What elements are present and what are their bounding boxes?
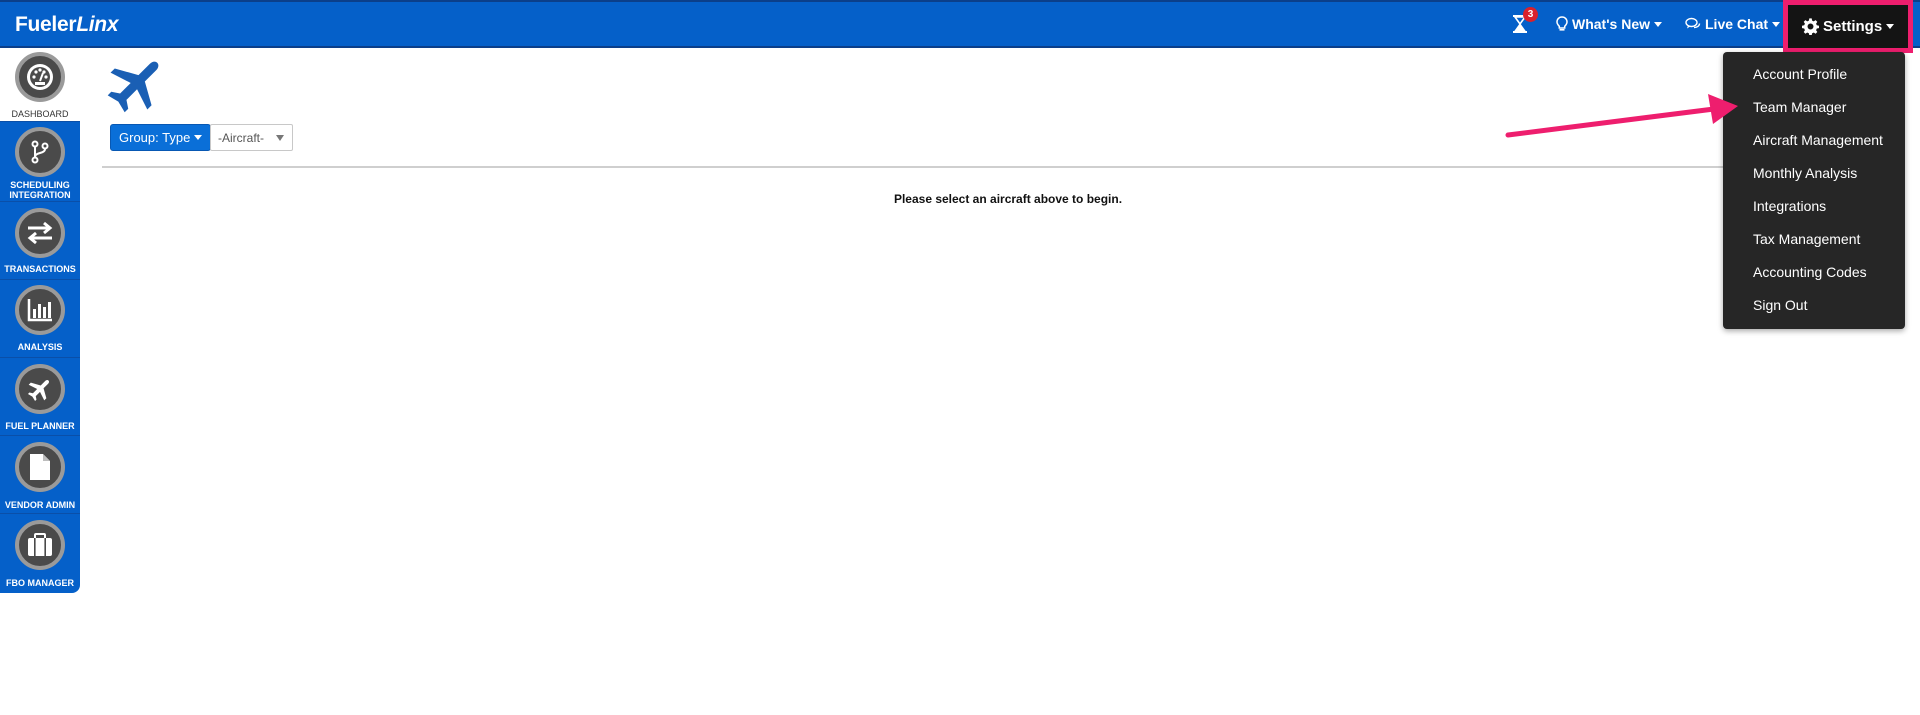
- briefcase-icon: [15, 520, 65, 570]
- lightbulb-icon: [1556, 16, 1568, 31]
- sidebar-item-fuel-planner[interactable]: FUEL PLANNER: [0, 358, 80, 436]
- plane-icon: [15, 364, 65, 414]
- notification-badge: 3: [1523, 7, 1538, 22]
- sidebar-item-label: TRANSACTIONS: [4, 264, 76, 274]
- sidebar-item-scheduling-integration[interactable]: SCHEDULING INTEGRATION: [0, 122, 80, 202]
- sidebar: DASHBOARD SCHEDULING INTEGRATION TRANSAC…: [0, 48, 80, 593]
- chevron-down-icon: [276, 135, 284, 141]
- chat-icon: [1685, 17, 1701, 29]
- notifications-button[interactable]: 3: [1511, 2, 1538, 46]
- empty-state-message: Please select an aircraft above to begin…: [893, 192, 1123, 206]
- menu-item-team-manager[interactable]: Team Manager: [1753, 99, 1846, 115]
- file-icon: [15, 442, 65, 492]
- group-type-label: Group: Type: [119, 130, 191, 145]
- brand-text-primary: Fueler: [15, 13, 77, 36]
- settings-label: Settings: [1823, 18, 1883, 35]
- sidebar-item-fbo-manager[interactable]: FBO MANAGER: [0, 514, 80, 593]
- content-divider: [102, 166, 1822, 168]
- menu-item-accounting-codes[interactable]: Accounting Codes: [1753, 264, 1867, 280]
- sidebar-item-dashboard[interactable]: DASHBOARD: [0, 48, 80, 122]
- settings-menu-button[interactable]: Settings: [1783, 0, 1913, 53]
- chevron-down-icon: [1772, 21, 1781, 27]
- brand-logo[interactable]: FuelerLinx: [15, 13, 119, 37]
- aircraft-header-icon: [104, 52, 168, 121]
- sidebar-item-transactions[interactable]: TRANSACTIONS: [0, 202, 80, 280]
- menu-item-sign-out[interactable]: Sign Out: [1753, 297, 1807, 313]
- menu-item-monthly-analysis[interactable]: Monthly Analysis: [1753, 165, 1857, 181]
- chevron-down-icon: [1654, 21, 1663, 27]
- brand-text-secondary: Linx: [76, 13, 119, 36]
- sidebar-item-label: VENDOR ADMIN: [4, 500, 76, 510]
- sidebar-item-vendor-admin[interactable]: VENDOR ADMIN: [0, 436, 80, 514]
- live-chat-menu[interactable]: Live Chat: [1685, 2, 1781, 46]
- sidebar-item-label: FUEL PLANNER: [5, 421, 75, 431]
- page: FuelerLinx 3 What's New Live Chat Settin…: [0, 0, 1920, 715]
- live-chat-label: Live Chat: [1705, 16, 1769, 32]
- whats-new-menu[interactable]: What's New: [1556, 2, 1663, 46]
- group-type-button[interactable]: Group: Type: [110, 124, 212, 151]
- aircraft-select[interactable]: -Aircraft-: [210, 124, 293, 151]
- bar-chart-icon: [15, 285, 65, 335]
- menu-item-integrations[interactable]: Integrations: [1753, 198, 1826, 214]
- sidebar-item-label: DASHBOARD: [11, 109, 69, 119]
- chevron-down-icon: [1886, 24, 1895, 29]
- transfer-icon: [15, 208, 65, 258]
- branch-icon: [15, 127, 65, 177]
- menu-item-account-profile[interactable]: Account Profile: [1753, 66, 1847, 82]
- chevron-down-icon: [194, 135, 203, 140]
- sidebar-item-label: FBO MANAGER: [6, 578, 74, 588]
- dashboard-icon: [15, 52, 65, 102]
- settings-dropdown-menu: Account Profile Team Manager Aircraft Ma…: [1723, 52, 1905, 329]
- menu-item-tax-management[interactable]: Tax Management: [1753, 231, 1860, 247]
- sidebar-item-analysis[interactable]: ANALYSIS: [0, 280, 80, 358]
- whats-new-label: What's New: [1572, 16, 1651, 32]
- annotation-arrow: [1505, 94, 1738, 138]
- top-navbar: FuelerLinx 3 What's New Live Chat: [0, 0, 1920, 48]
- sidebar-item-label: ANALYSIS: [17, 342, 63, 352]
- aircraft-select-value: -Aircraft-: [218, 130, 264, 145]
- gear-icon: [1802, 18, 1819, 35]
- menu-item-aircraft-management[interactable]: Aircraft Management: [1753, 132, 1883, 148]
